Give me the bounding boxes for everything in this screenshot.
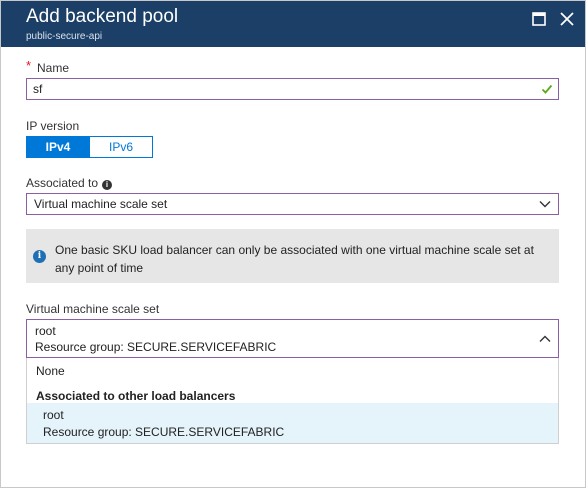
ipv4-toggle[interactable]: IPv4 bbox=[26, 136, 90, 158]
name-input-value: sf bbox=[33, 82, 43, 96]
dropdown-option-resource-group: Resource group: SECURE.SERVICEFABRIC bbox=[43, 425, 285, 439]
dropdown-option-root[interactable]: root Resource group: SECURE.SERVICEFABRI… bbox=[27, 403, 558, 443]
ipv6-toggle[interactable]: IPv6 bbox=[89, 136, 153, 158]
dropdown-option-name: root bbox=[43, 408, 64, 422]
close-icon bbox=[560, 12, 574, 26]
chevron-down-icon bbox=[539, 201, 551, 208]
blade: Add backend pool public-secure-api * Nam… bbox=[0, 0, 586, 488]
associated-to-label: Associated to i bbox=[26, 176, 113, 190]
dropdown-group-header: Associated to other load balancers bbox=[36, 389, 236, 403]
blade-title: Add backend pool bbox=[26, 6, 179, 27]
dropdown-option-none-label: None bbox=[36, 364, 65, 378]
maximize-button[interactable] bbox=[530, 10, 548, 28]
info-circle-icon: i bbox=[33, 250, 46, 263]
associated-to-select[interactable]: Virtual machine scale set bbox=[26, 193, 559, 215]
info-icon[interactable]: i bbox=[102, 180, 113, 190]
blade-subtitle: public-secure-api bbox=[26, 31, 103, 42]
close-button[interactable] bbox=[558, 10, 576, 28]
name-input[interactable]: sf bbox=[26, 78, 559, 100]
vmss-label: Virtual machine scale set bbox=[26, 302, 160, 316]
vmss-dropdown-list: None Associated to other load balancers … bbox=[26, 358, 559, 444]
required-marker: * bbox=[26, 58, 32, 73]
name-label: Name bbox=[37, 61, 70, 75]
info-banner: i One basic SKU load balancer can only b… bbox=[26, 229, 559, 283]
associated-to-value: Virtual machine scale set bbox=[34, 197, 168, 211]
check-icon bbox=[541, 84, 553, 94]
dropdown-option-none[interactable]: None bbox=[27, 358, 558, 384]
vmss-select[interactable]: root Resource group: SECURE.SERVICEFABRI… bbox=[26, 319, 559, 358]
info-message: One basic SKU load balancer can only be … bbox=[55, 243, 534, 275]
chevron-up-icon bbox=[539, 335, 551, 342]
maximize-icon bbox=[532, 12, 546, 26]
vmss-selected-name: root bbox=[35, 324, 56, 338]
blade-header: Add backend pool public-secure-api bbox=[1, 1, 585, 47]
vmss-selected-resource-group: Resource group: SECURE.SERVICEFABRIC bbox=[35, 340, 277, 354]
ip-version-label: IP version bbox=[26, 119, 80, 133]
associated-to-label-text: Associated to bbox=[26, 176, 99, 190]
